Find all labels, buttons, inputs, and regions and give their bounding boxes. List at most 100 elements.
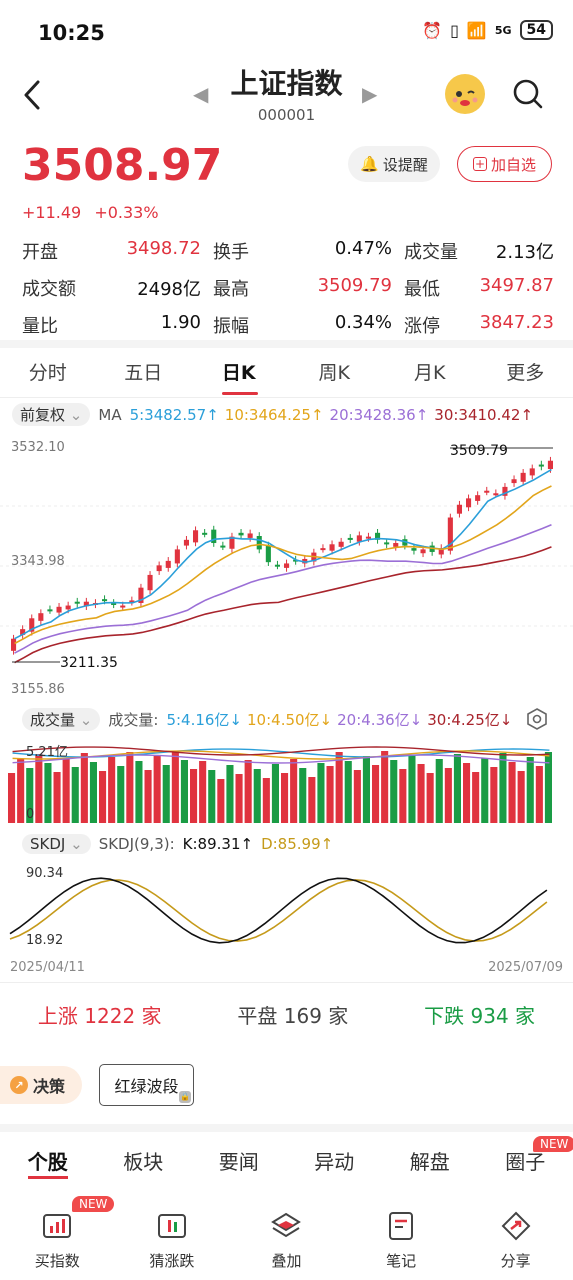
- candle: [529, 468, 535, 476]
- ma-values: 5:3482.57↑ 10:3464.25↑ 20:3428.36↑ 30:3410.…: [130, 406, 533, 424]
- stats-row: 成交额 2498亿 最高 3509.79 最低 3497.87: [22, 269, 554, 306]
- stat-value: 3847.23: [479, 311, 554, 333]
- candle: [202, 532, 208, 535]
- tab-1[interactable]: 五日: [96, 354, 192, 394]
- next-stock-arrow-icon[interactable]: ▶: [362, 82, 377, 106]
- candle: [238, 532, 244, 536]
- search-icon[interactable]: [512, 78, 544, 110]
- nav-item-4[interactable]: 分享: [466, 1184, 566, 1280]
- chart-bottom-divider: [0, 982, 573, 983]
- add-watchlist-label: 加自选: [490, 155, 536, 174]
- tab-4[interactable]: 月K: [382, 354, 478, 394]
- news-tab-4[interactable]: 解盘: [410, 1146, 450, 1175]
- volume-bar: [117, 766, 125, 823]
- candle: [393, 543, 399, 547]
- add-watchlist-button[interactable]: + 加自选: [457, 146, 552, 182]
- volume-bar: [126, 752, 134, 823]
- nav-item-3[interactable]: 笔记: [351, 1184, 451, 1280]
- candle: [466, 498, 472, 508]
- stat-cell: 开盘 3498.72: [22, 238, 213, 264]
- candle: [520, 472, 526, 482]
- decision-label: 决策: [33, 1077, 66, 1096]
- news-tab-3[interactable]: 异动: [314, 1146, 354, 1175]
- share-icon: [501, 1211, 531, 1241]
- tab-3[interactable]: 周K: [287, 354, 383, 394]
- volume-bar: [71, 767, 79, 823]
- kdj-chart[interactable]: 90.34 18.92: [0, 858, 573, 958]
- tab-2[interactable]: 日K: [191, 354, 287, 394]
- news-tab-0[interactable]: 个股: [28, 1146, 68, 1175]
- stat-cell: 换手 0.47%: [213, 238, 404, 264]
- candle: [102, 599, 108, 602]
- volume-bar: [108, 757, 116, 823]
- indicator-selector[interactable]: SKDJ ⌄: [22, 834, 91, 854]
- stat-cell: 最高 3509.79: [213, 275, 404, 301]
- change-percent: +0.33%: [94, 203, 159, 222]
- stats-row: 开盘 3498.72 换手 0.47% 成交量 2.13亿: [22, 232, 554, 269]
- stat-cell: 成交量 2.13亿: [404, 238, 554, 264]
- volume-bar: [244, 760, 252, 823]
- tab-5[interactable]: 更多: [478, 354, 573, 394]
- plus-box-icon: +: [472, 157, 487, 171]
- status-time: 10:25: [38, 21, 105, 45]
- settings-icon[interactable]: [526, 708, 548, 730]
- ma-label: MA: [98, 405, 122, 424]
- circle-new-badge: NEW: [533, 1136, 573, 1152]
- red-green-wave-button[interactable]: 红绿波段 🔒: [99, 1064, 194, 1106]
- set-reminder-label: 设提醒: [382, 155, 428, 174]
- battery-icon: 54: [519, 20, 553, 40]
- volume-bar: [408, 755, 416, 823]
- volume-bar: [208, 770, 216, 823]
- stat-value: 3498.72: [126, 237, 201, 259]
- candle: [347, 537, 353, 540]
- candle: [120, 605, 126, 608]
- volume-selector[interactable]: 成交量 ⌄: [22, 708, 101, 731]
- kdj-label: SKDJ(9,3):: [98, 835, 175, 853]
- candle: [256, 536, 262, 550]
- candle: [320, 548, 326, 551]
- kdj-svg: [9, 877, 548, 944]
- tab-0[interactable]: 分时: [0, 354, 96, 394]
- stat-label: 最高: [213, 278, 249, 300]
- volume-bar: [53, 772, 61, 823]
- ma-value-0: 5:3482.57↑: [129, 405, 219, 424]
- news-tab-indicator: [28, 1176, 68, 1179]
- volume-bar: [372, 765, 380, 823]
- nav-item-1[interactable]: 猜涨跌: [122, 1184, 222, 1280]
- stat-value: 3509.79: [317, 274, 392, 296]
- market-breadth: 上涨 1222 家 平盘 169 家 下跌 934 家: [0, 1000, 573, 1029]
- volume-chart[interactable]: 5.21亿 0: [0, 735, 573, 825]
- stat-cell: 振幅 0.34%: [213, 312, 404, 338]
- kdj-bottom-label: 18.92: [26, 933, 64, 948]
- candle: [183, 539, 189, 546]
- volume-bar: [89, 762, 97, 823]
- stat-value: 2498亿: [137, 278, 201, 300]
- news-tab-1[interactable]: 板块: [123, 1146, 163, 1175]
- adjust-selector[interactable]: 前复权 ⌄: [12, 403, 91, 426]
- volume-bar: [271, 764, 279, 823]
- candle: [484, 490, 490, 493]
- stats-row: 量比 1.90 振幅 0.34% 涨停 3847.23: [22, 306, 554, 343]
- stat-value: 1.90: [160, 311, 201, 333]
- news-tab-2[interactable]: 要闻: [219, 1146, 259, 1175]
- volume-bar: [453, 754, 461, 823]
- candle: [329, 544, 335, 551]
- mascot-icon[interactable]: [445, 74, 485, 114]
- stat-value: 0.34%: [334, 311, 392, 333]
- nav-label-0: 买指数: [34, 1252, 80, 1270]
- kline-high-mark: 3509.79: [450, 443, 508, 459]
- current-price: 3508.97: [22, 140, 223, 191]
- set-reminder-button[interactable]: 🔔 设提醒: [348, 146, 440, 182]
- volume-bar: [362, 756, 370, 823]
- volume-svg: [8, 746, 552, 823]
- volume-bar: [381, 751, 389, 823]
- advancers-count: 上涨 1222 家: [37, 1004, 162, 1028]
- nav-label-1: 猜涨跌: [149, 1252, 195, 1270]
- kline-chart[interactable]: 3532.10 3343.98 3155.86 3509.79 3211.35: [0, 430, 573, 700]
- volume-bar: [435, 759, 443, 823]
- decision-tab[interactable]: ↗ 决策: [0, 1066, 82, 1104]
- nav-item-2[interactable]: 叠加: [236, 1184, 336, 1280]
- kdj-d-value: D:85.99↑: [261, 835, 334, 853]
- kdj-top-label: 90.34: [26, 866, 64, 881]
- stat-cell: 最低 3497.87: [404, 275, 554, 301]
